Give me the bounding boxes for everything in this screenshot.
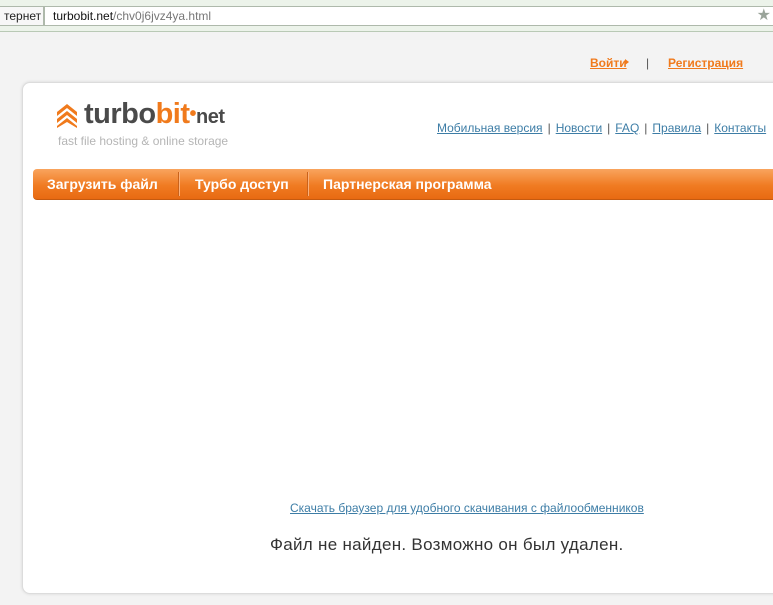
top-links: Войти | Регистрация [0, 56, 773, 72]
url-field[interactable]: turbobit.net/chv0j6jvz4ya.html ★ [44, 6, 773, 26]
login-arrow-icon [625, 59, 629, 65]
logo-bit: bit [155, 98, 190, 130]
page: Войти | Регистрация turbobit•net fast fi… [0, 33, 773, 605]
url-path: /chv0j6jvz4ya.html [113, 9, 212, 23]
register-link[interactable]: Регистрация [668, 56, 743, 70]
nav-partner-program[interactable]: Партнерская программа [323, 169, 492, 199]
rules-link[interactable]: Правила [652, 121, 701, 135]
url-domain: turbobit.net [53, 9, 114, 23]
chevrons-up-icon [57, 104, 77, 128]
login-link[interactable]: Войти [590, 56, 627, 70]
faq-link[interactable]: FAQ [615, 121, 639, 135]
logo-turbo: turbo [84, 98, 156, 130]
news-link[interactable]: Новости [556, 121, 602, 135]
download-browser-link[interactable]: Скачать браузер для удобного скачивания … [290, 501, 644, 515]
logo-wordmark: turbobit•net [84, 97, 225, 134]
nav-divider [178, 172, 179, 196]
mobile-version-link[interactable]: Мобильная версия [437, 121, 543, 135]
logo-tagline: fast file hosting & online storage [58, 134, 229, 148]
logo-net: net [196, 106, 225, 128]
nav-turbo-access[interactable]: Турбо доступ [195, 169, 289, 199]
nav-upload-file[interactable]: Загрузить файл [47, 169, 158, 199]
nav-divider [307, 172, 308, 196]
contacts-link[interactable]: Контакты [714, 121, 766, 135]
star-icon[interactable]: ★ [757, 7, 771, 25]
browser-address-bar: тернет turbobit.net/chv0j6jvz4ya.html ★ [0, 0, 773, 32]
main-nav: Загрузить файл Турбо доступ Партнерская … [33, 169, 773, 200]
top-links-separator: | [646, 56, 650, 70]
file-not-found-message: Файл не найден. Возможно он был удален. [270, 535, 624, 554]
browser-tab[interactable]: тернет [0, 6, 44, 26]
header-links: Мобильная версия | Новости | FAQ | Правила | Кон… [437, 121, 767, 135]
main-card: turbobit•net fast file hosting & online … [22, 82, 773, 594]
site-logo[interactable]: turbobit•net fast file hosting & online … [56, 97, 256, 155]
